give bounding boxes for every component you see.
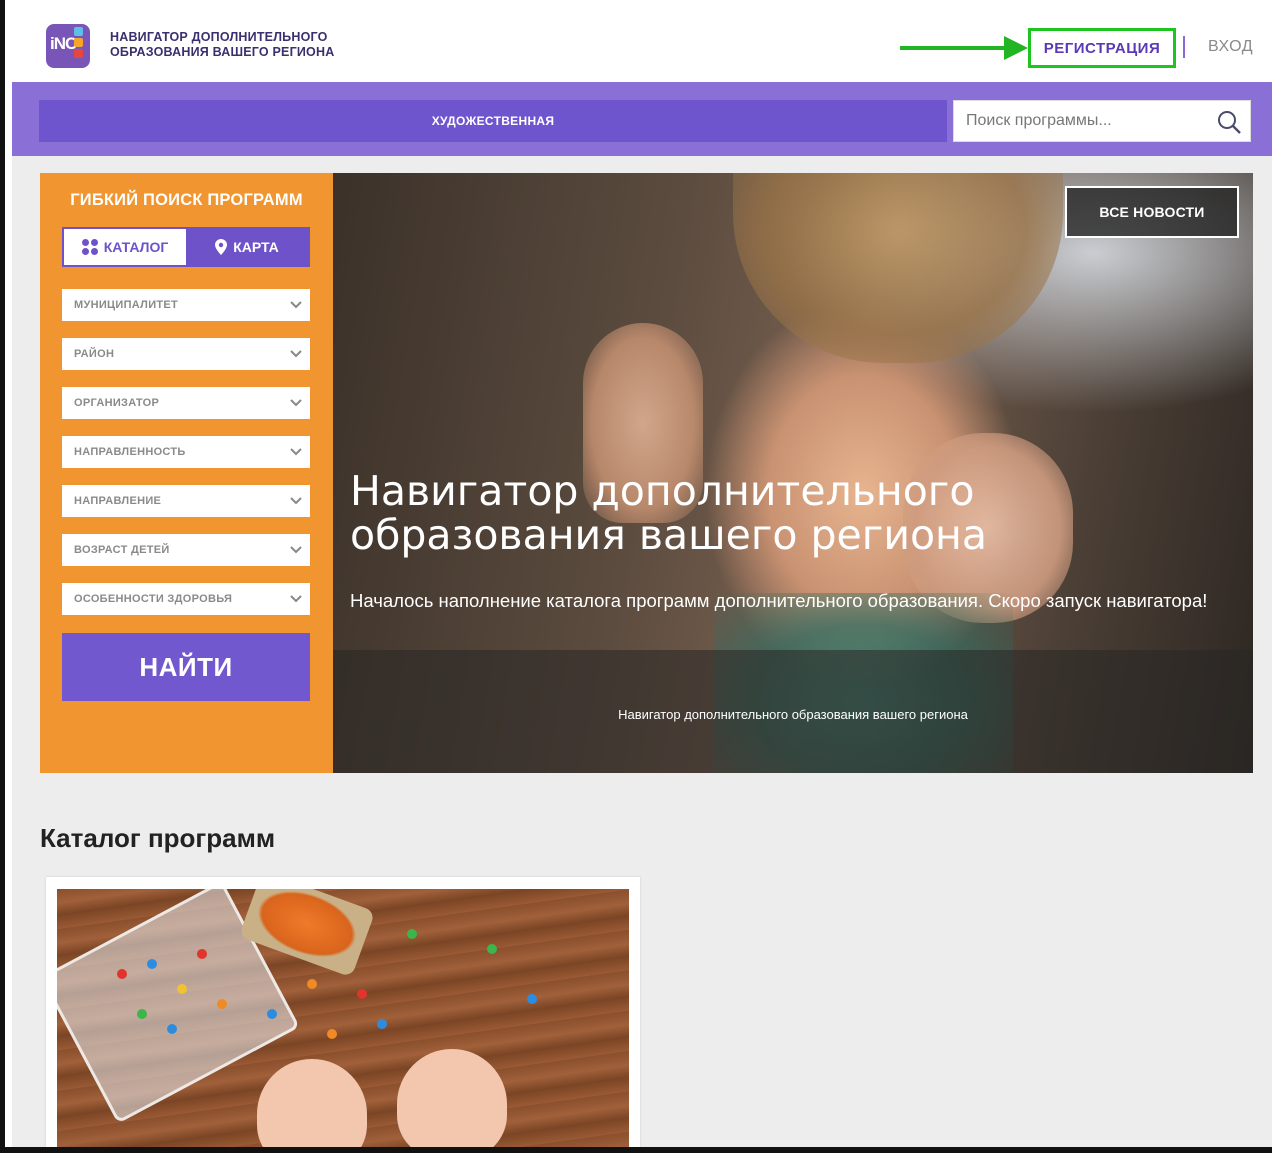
logo-text: iNC [50,34,77,53]
hero-caption: Навигатор дополнительного образования ва… [618,707,968,722]
tab-catalog-label: КАТАЛОГ [103,239,169,255]
search-icon[interactable] [1216,109,1242,135]
child-hand-image [397,1049,507,1147]
tab-map-label: КАРТА [233,239,279,255]
chevron-down-icon [290,595,302,603]
select-label: РАЙОН [74,348,115,360]
chevron-down-icon [290,301,302,309]
logo-square-icon [74,27,83,36]
hero-title: Навигатор дополнительного образования ва… [350,467,987,559]
screenshot-frame-left [0,0,5,1153]
green-arrow-icon [900,36,1028,60]
site-title-line1: НАВИГАТОР ДОПОЛНИТЕЛЬНОГО [110,30,328,44]
select-organizer[interactable]: ОРГАНИЗАТОР [62,387,310,419]
chevron-down-icon [290,350,302,358]
program-search [953,100,1251,142]
filter-title: ГИБКИЙ ПОИСК ПРОГРАММ [70,191,303,209]
select-label: МУНИЦИПАЛИТЕТ [74,299,179,311]
map-pin-icon [215,239,228,255]
logo-square-icon [74,38,83,47]
find-button[interactable]: НАЙТИ [62,633,310,701]
search-input[interactable] [954,101,1228,141]
view-toggle: КАТАЛОГ КАРТА [62,227,310,267]
site-title-line2: ОБРАЗОВАНИЯ ВАШЕГО РЕГИОНА [110,45,335,59]
screenshot-frame-bottom [0,1147,1272,1153]
child-hand-image [257,1059,367,1147]
program-card-image [57,889,629,1147]
select-label: ОРГАНИЗАТОР [74,397,160,409]
select-health-features[interactable]: ОСОБЕННОСТИ ЗДОРОВЬЯ [62,583,310,615]
catalog-title: Каталог программ [40,823,276,853]
site-title[interactable]: НАВИГАТОР ДОПОЛНИТЕЛЬНОГО ОБРАЗОВАНИЯ ВА… [110,30,334,60]
select-label: НАПРАВЛЕННОСТЬ [74,446,186,458]
program-card[interactable] [46,877,640,1147]
category-navbar: ХУДОЖЕСТВЕННАЯ [12,82,1272,156]
site-header: iNC НАВИГАТОР ДОПОЛНИТЕЛЬНОГО ОБРАЗОВАНИ… [12,0,1272,82]
register-button[interactable]: РЕГИСТРАЦИЯ [1028,28,1176,68]
select-municipality[interactable]: МУНИЦИПАЛИТЕТ [62,289,310,321]
select-child-age[interactable]: ВОЗРАСТ ДЕТЕЙ [62,534,310,566]
select-label: НАПРАВЛЕНИЕ [74,495,162,507]
select-label: ВОЗРАСТ ДЕТЕЙ [74,544,170,556]
category-strip: ХУДОЖЕСТВЕННАЯ [39,100,947,142]
flexible-search-panel: ГИБКИЙ ПОИСК ПРОГРАММ КАТАЛОГ КАРТА МУНИ… [40,173,333,773]
site-logo[interactable]: iNC [46,24,90,68]
select-direction[interactable]: НАПРАВЛЕНИЕ [62,485,310,517]
select-district[interactable]: РАЙОН [62,338,310,370]
select-label: ОСОБЕННОСТИ ЗДОРОВЬЯ [74,593,233,605]
tab-map[interactable]: КАРТА [186,229,308,265]
chevron-down-icon [290,497,302,505]
hero-subtitle: Началось наполнение каталога программ до… [350,590,1208,611]
chevron-down-icon [290,546,302,554]
all-news-button[interactable]: ВСЕ НОВОСТИ [1065,186,1239,238]
hero-photo-hair [733,173,1063,363]
select-focus[interactable]: НАПРАВЛЕННОСТЬ [62,436,310,468]
chevron-down-icon [290,399,302,407]
login-link[interactable]: ВХОД [1208,38,1253,56]
logo-square-icon [74,49,83,58]
tab-catalog[interactable]: КАТАЛОГ [64,229,186,265]
header-separator [1183,36,1185,58]
hero-banner[interactable]: ВСЕ НОВОСТИ Навигатор дополнительного об… [333,173,1253,773]
chevron-down-icon [290,448,302,456]
category-artistic[interactable]: ХУДОЖЕСТВЕННАЯ [39,100,947,142]
grid-icon [81,239,98,255]
